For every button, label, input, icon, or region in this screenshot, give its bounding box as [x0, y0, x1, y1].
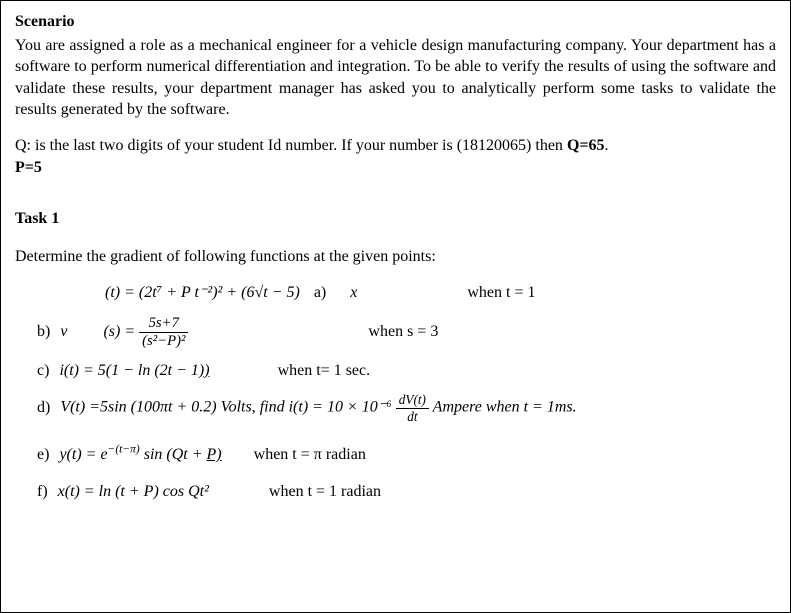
item-a-label: a): [314, 279, 326, 308]
item-c: c) i(t) = 5(1 − ln (2t − 1)) when t= 1 s…: [37, 357, 776, 386]
item-e-when: when t = π radian: [254, 441, 366, 470]
p-value: P=5: [15, 159, 42, 176]
item-d-label: d): [37, 394, 50, 423]
item-c-eq-pre: i(t) = 5(1 − ln (2t − 1: [59, 362, 198, 379]
item-b-lhs: (s) =: [103, 318, 135, 347]
item-d-eq-pre: V(t) =5sin (100πt + 0.2) Volts, find i(t…: [60, 399, 395, 416]
item-f-eq: x(t) = ln (t + P) cos Qt²: [58, 478, 209, 507]
q-prefix: Q: is the last two digits of your studen…: [15, 137, 567, 154]
item-e-label: e): [37, 441, 49, 470]
item-e-eq-pre: y(t) = e: [59, 446, 107, 463]
item-e-exp: −(t−π): [108, 444, 140, 456]
item-e-eq-mid: sin (Qt +: [140, 446, 207, 463]
item-f: f) x(t) = ln (t + P) cos Qt² when t = 1 …: [37, 478, 776, 507]
item-b-label: b): [37, 318, 50, 347]
item-b-when: when s = 3: [368, 318, 438, 347]
item-d-frac-num: dV(t): [396, 393, 429, 408]
task-prompt: Determine the gradient of following func…: [15, 246, 776, 268]
item-e: e) y(t) = e−(t−π) sin (Qt + P) when t = …: [37, 441, 776, 470]
item-b-v: v: [60, 318, 67, 347]
q-bold: Q=65: [567, 137, 605, 154]
document-page: Scenario You are assigned a role as a me…: [0, 0, 791, 613]
item-a-when: when t = 1: [467, 279, 535, 308]
item-d-frac-den: dt: [396, 409, 429, 423]
item-d-eq-post: Ampere when t = 1ms.: [429, 399, 577, 416]
item-b-num: 5s+7: [139, 316, 188, 333]
scenario-intro: You are assigned a role as a mechanical …: [15, 35, 776, 121]
item-b-den: (s²−P)²: [139, 333, 188, 349]
item-c-label: c): [37, 357, 49, 386]
item-c-eq-tail: )): [199, 362, 210, 379]
item-a-x: x: [350, 279, 357, 308]
items-list: (t) = (2t⁷ + P t⁻²)² + (6√t − 5) a) x wh…: [15, 279, 776, 506]
scenario-heading: Scenario: [15, 11, 776, 33]
item-a-eq: (t) = (2t⁷ + P t⁻²)² + (6√t − 5): [105, 279, 300, 308]
item-e-p: P): [207, 446, 222, 463]
task-heading: Task 1: [15, 208, 776, 230]
item-f-label: f): [37, 478, 48, 507]
item-d: d) V(t) =5sin (100πt + 0.2) Volts, find …: [37, 393, 776, 423]
item-f-when: when t = 1 radian: [269, 478, 381, 507]
item-c-when: when t= 1 sec.: [278, 357, 371, 386]
item-b: b) v (s) = 5s+7 (s²−P)² when s = 3: [37, 316, 776, 348]
q-period: .: [605, 137, 609, 154]
item-a: (t) = (2t⁷ + P t⁻²)² + (6√t − 5) a) x wh…: [37, 279, 776, 308]
q-definition: Q: is the last two digits of your studen…: [15, 135, 776, 178]
